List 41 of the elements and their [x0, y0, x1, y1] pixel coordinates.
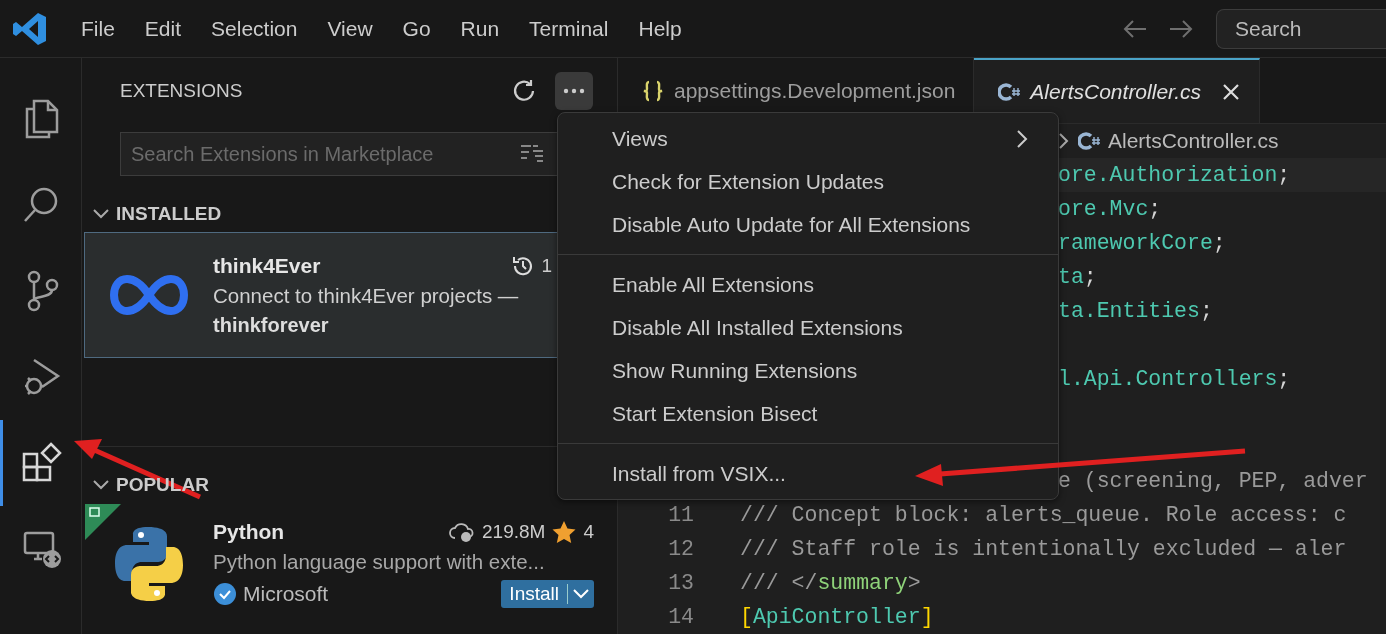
search-field[interactable]: Search [1216, 8, 1386, 49]
code-line: ore.Mvc; [1058, 197, 1162, 221]
menu-item[interactable]: Start Extension Bisect [558, 392, 1058, 435]
install-button[interactable]: Install [501, 580, 594, 608]
code-line: rameworkCore; [1058, 231, 1226, 255]
menu-item[interactable]: Help [623, 16, 697, 41]
menu-item[interactable]: Install from VSIX... [558, 452, 1058, 495]
code-line: ta; [1058, 265, 1097, 289]
download-count: 219.8M [482, 521, 546, 543]
update-count: 1 [541, 254, 552, 277]
code-line: /// Staff role is intentionally excluded — aler [740, 537, 1347, 561]
rating: 4 [583, 521, 594, 543]
menu-item[interactable]: Edit [129, 16, 197, 41]
code-line: ore.Authorization; [1058, 163, 1291, 187]
section-title[interactable]: INSTALLED [116, 203, 222, 225]
menu-item[interactable]: Selection [196, 16, 313, 41]
menu-item[interactable]: Terminal [514, 16, 624, 41]
publisher-name: Microsoft [243, 582, 330, 606]
code-line: e (screening, PEP, adver [1058, 469, 1368, 493]
code-line: /// Concept block: alerts_queue. Role access: c [740, 503, 1347, 527]
extension-description: Connect to think4Ever projects — [213, 283, 520, 308]
menu-item[interactable]: Go [387, 16, 446, 41]
line-number: 14 [667, 605, 694, 629]
extension-card[interactable]: Python 219.8M 4 Python language support with exte... Microsoft Install [84, 503, 617, 625]
menu-item[interactable]: File [66, 16, 130, 41]
code-line: ta.Entities; [1058, 299, 1213, 323]
code-line: /// </summary> [740, 571, 921, 595]
extension-description: Python language support with exte... [213, 550, 546, 574]
editor-tab[interactable]: AlertsController.cs [974, 58, 1261, 124]
menu-item[interactable]: View [312, 16, 388, 41]
line-number: 12 [667, 537, 694, 561]
extension-name: think4Ever [213, 253, 322, 278]
code-line: [ApiController] [740, 605, 934, 629]
line-number: 13 [667, 571, 694, 595]
breadcrumb-item[interactable]: AlertsController.cs [1108, 129, 1279, 154]
extension-name: Python [213, 520, 286, 544]
menu-item[interactable]: Run [445, 16, 515, 41]
panel-title: EXTENSIONS [120, 80, 244, 102]
code-line: l.Api.Controllers; [1058, 367, 1291, 391]
line-number: 11 [667, 503, 694, 527]
publisher-name: thinkforever [213, 313, 330, 337]
